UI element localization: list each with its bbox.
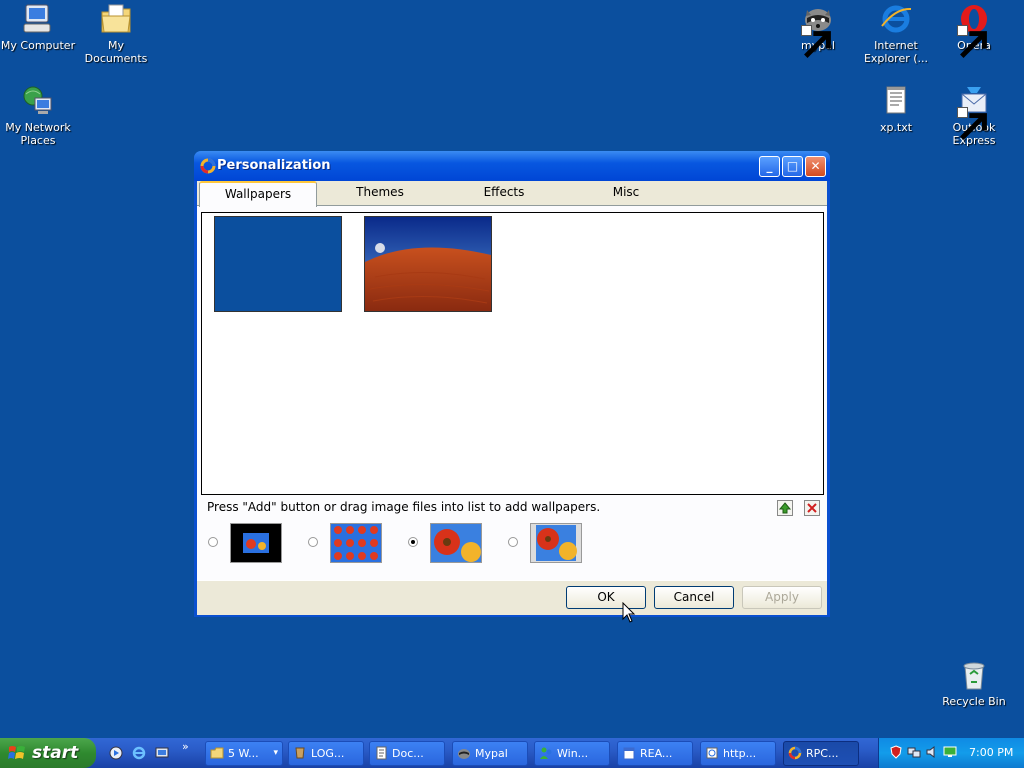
wallpaper-thumb-desert[interactable] — [364, 216, 492, 312]
personalization-app-icon — [788, 746, 802, 760]
desktop-icon-xp-txt[interactable]: xp.txt — [858, 84, 934, 134]
taskbar-item-folder[interactable]: 5 W... ▾ — [205, 741, 283, 766]
desktop-icon-my-documents[interactable]: My Documents — [78, 2, 154, 65]
raccoon-icon — [801, 2, 835, 58]
desktop-icon-opera[interactable]: Opera — [936, 2, 1012, 58]
radio-position-tile[interactable] — [308, 537, 318, 547]
document-icon — [376, 746, 387, 760]
taskbar-item-readme[interactable]: REA... — [617, 741, 693, 766]
shortcut-arrow-icon — [957, 25, 987, 58]
radio-position-fit[interactable] — [508, 537, 518, 547]
desktop-icon-mypal[interactable]: mypal — [780, 2, 856, 58]
window-titlebar[interactable]: Personalization _ □ ✕ — [194, 151, 830, 181]
delete-x-icon — [805, 501, 819, 515]
desktop-icon-recycle-bin[interactable]: Recycle Bin — [936, 658, 1012, 708]
arrow-up-icon — [778, 501, 792, 515]
folder-documents-icon — [99, 2, 133, 36]
wallpaper-hint: Press "Add" button or drag image files i… — [207, 500, 601, 514]
position-fit-preview — [530, 523, 582, 563]
computer-icon — [21, 2, 55, 36]
internet-explorer-icon — [879, 2, 913, 36]
log-app-icon — [295, 747, 305, 759]
folder-icon — [210, 747, 224, 759]
quicklaunch-media-icon[interactable] — [108, 745, 124, 761]
taskbar-item-log[interactable]: LOG... — [288, 741, 364, 766]
text-file-icon — [879, 84, 913, 118]
start-button[interactable]: start — [0, 738, 96, 768]
display-properties-icon[interactable] — [943, 745, 957, 759]
start-label: start — [32, 743, 79, 763]
position-center-preview — [230, 523, 282, 563]
tab-effects[interactable]: Effects — [445, 181, 563, 205]
position-stretch-preview — [430, 523, 482, 563]
quicklaunch-show-desktop-icon[interactable] — [154, 745, 170, 761]
minimize-button[interactable]: _ — [759, 156, 780, 177]
taskbar-item-win[interactable]: Win... — [534, 741, 610, 766]
raccoon-icon — [458, 749, 470, 759]
desktop-icon-internet-explorer[interactable]: Internet Explorer (... — [858, 2, 934, 65]
maximize-icon: □ — [786, 159, 799, 173]
taskbar-item-mypal[interactable]: Mypal — [452, 741, 528, 766]
security-shield-icon[interactable] — [889, 745, 903, 759]
tab-wallpapers[interactable]: Wallpapers — [199, 181, 317, 207]
network-people-icon — [540, 747, 552, 759]
network-icon — [21, 84, 55, 118]
taskbar-item-rpc[interactable]: RPC... — [783, 741, 859, 766]
close-button[interactable]: ✕ — [805, 156, 826, 177]
window-client: Wallpapers Themes Effects Misc Press "Ad… — [197, 181, 827, 615]
remove-wallpaper-button[interactable] — [804, 500, 820, 516]
window-title: Personalization — [217, 158, 331, 173]
radio-position-stretch[interactable] — [408, 537, 418, 547]
radio-position-center[interactable] — [208, 537, 218, 547]
cancel-button[interactable]: Cancel — [654, 586, 734, 609]
wallpapers-panel: Press "Add" button or drag image files i… — [197, 205, 827, 580]
opera-icon — [957, 2, 991, 58]
network-connection-icon[interactable] — [907, 745, 921, 759]
web-page-icon — [706, 747, 718, 759]
mouse-cursor-icon — [622, 602, 636, 623]
wallpaper-thumb-solid-blue[interactable] — [214, 216, 342, 312]
volume-icon[interactable] — [925, 745, 939, 759]
shortcut-arrow-icon — [957, 107, 987, 140]
maximize-button[interactable]: □ — [782, 156, 803, 177]
personalization-window: Personalization _ □ ✕ Wallpapers Themes … — [194, 151, 830, 617]
position-tile-preview — [330, 523, 382, 563]
tab-themes[interactable]: Themes — [321, 181, 439, 205]
shortcut-arrow-icon — [801, 25, 831, 58]
taskbar-item-doc[interactable]: Doc... — [369, 741, 445, 766]
desktop: My Computer My Documents My Network Plac… — [0, 0, 1024, 768]
notepad-icon — [623, 747, 635, 760]
taskbar-clock[interactable]: 7:00 PM — [969, 746, 1013, 759]
tab-misc[interactable]: Misc — [567, 181, 685, 205]
group-dropdown-arrow-icon: ▾ — [273, 748, 278, 758]
move-up-button[interactable] — [777, 500, 793, 516]
quicklaunch-ie-icon[interactable] — [131, 745, 147, 761]
system-tray: 7:00 PM — [878, 738, 1024, 768]
taskbar-item-http[interactable]: http... — [700, 741, 776, 766]
dialog-buttons-bar: OK Cancel Apply — [197, 580, 827, 615]
recycle-bin-icon — [957, 658, 991, 692]
windows-flag-icon — [8, 746, 25, 759]
desktop-icon-my-network-places[interactable]: My Network Places — [0, 84, 76, 147]
quicklaunch-overflow-chevron[interactable]: » — [182, 740, 189, 753]
personalization-app-icon — [200, 158, 216, 174]
desktop-icon-my-computer[interactable]: My Computer — [0, 2, 76, 52]
apply-button[interactable]: Apply — [742, 586, 822, 609]
wallpaper-list[interactable] — [201, 212, 824, 495]
desktop-icon-outlook-express[interactable]: Outlook Express — [936, 84, 1012, 147]
minimize-icon: _ — [766, 159, 773, 173]
close-icon: ✕ — [810, 159, 821, 173]
taskbar: start » 5 W... ▾ LOG... Doc... Mypal Win… — [0, 738, 1024, 768]
outlook-icon — [957, 84, 991, 140]
